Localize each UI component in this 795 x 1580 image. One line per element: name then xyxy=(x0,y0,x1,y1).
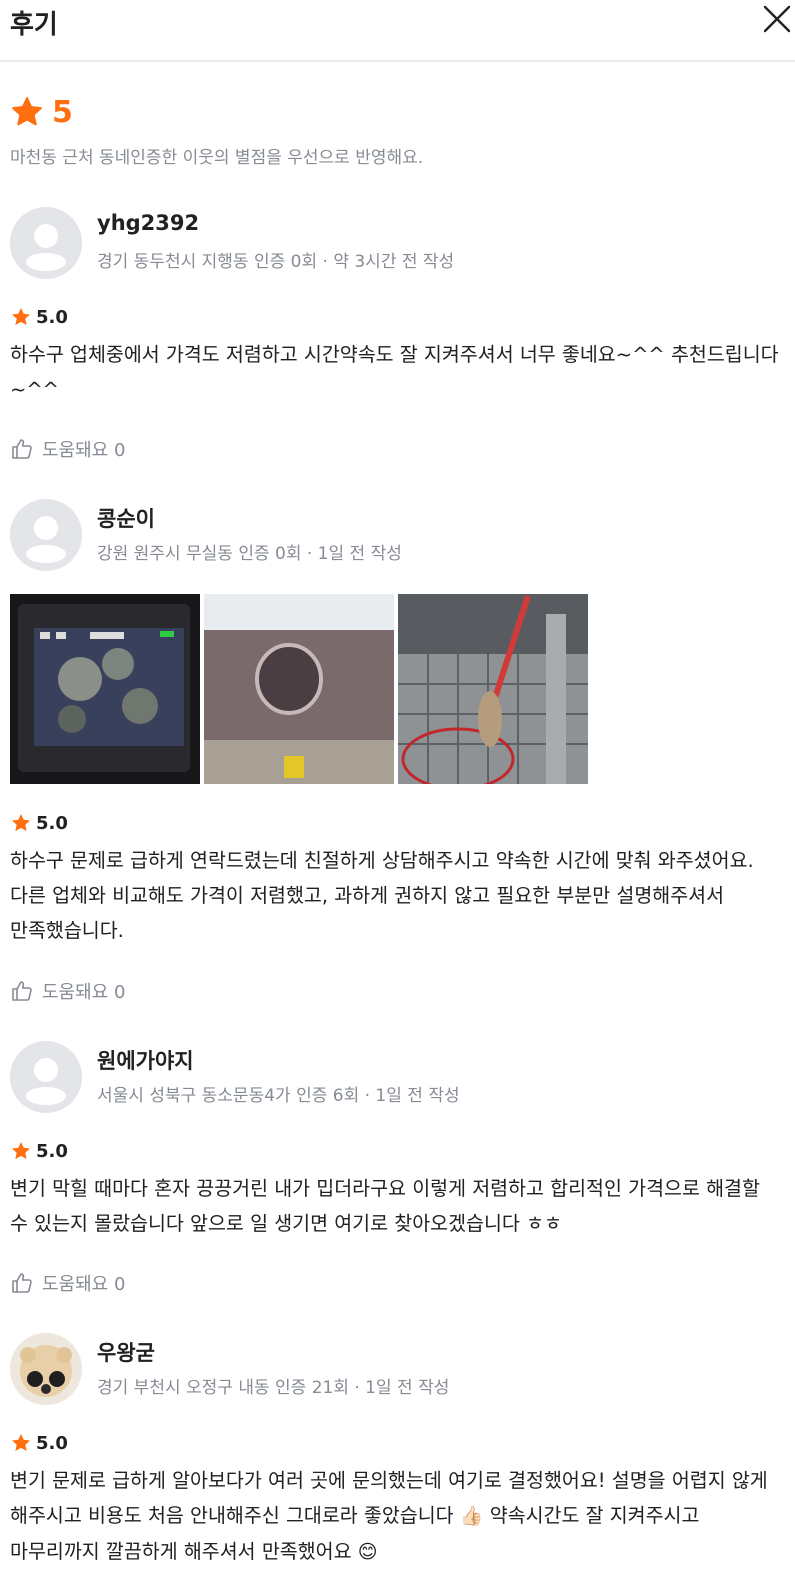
rating-value: 5.0 xyxy=(36,1140,68,1162)
smile-emoji: 😊 xyxy=(357,1541,378,1563)
review-photo[interactable] xyxy=(398,594,588,784)
helpful-button[interactable]: 도움돼요 0 xyxy=(10,1270,125,1296)
review-rating: 5.0 xyxy=(10,306,68,328)
helpful-button[interactable]: 도움돼요 0 xyxy=(10,978,125,1004)
star-icon xyxy=(12,1142,30,1159)
thumbs-up-icon xyxy=(12,1273,32,1293)
page-title: 후기 xyxy=(10,10,58,40)
review-photo[interactable] xyxy=(204,594,394,784)
helpful-label: 도움돼요 0 xyxy=(42,982,126,1003)
author-name[interactable]: 우왕굳 xyxy=(97,1337,155,1367)
review-text: 하수구 업체중에서 가격도 저렴하고 시간약속도 잘 지켜주셔서 너무 좋네요~… xyxy=(10,343,779,401)
review-photos xyxy=(10,594,588,784)
author-meta: 경기 동두천시 지행동 인증 0회 · 약 3시간 전 작성 xyxy=(97,252,455,272)
author-meta: 경기 부천시 오정구 내동 인증 21회 · 1일 전 작성 xyxy=(97,1378,450,1398)
avatar[interactable] xyxy=(10,207,82,279)
default-avatar-icon xyxy=(10,499,82,571)
author-name[interactable]: 콩순이 xyxy=(97,503,155,533)
average-score: 5 xyxy=(10,92,73,132)
review-text: 변기 막힐 때마다 혼자 끙끙거린 내가 밉더라구요 이렇게 저렴하고 합리적인… xyxy=(10,1177,760,1235)
helpful-label: 도움돼요 0 xyxy=(42,440,126,461)
close-button[interactable] xyxy=(760,2,794,36)
thumbs-up-emoji: 👍🏻 xyxy=(459,1505,484,1527)
default-avatar-icon xyxy=(10,207,82,279)
star-icon xyxy=(12,97,42,126)
star-icon xyxy=(12,1434,30,1451)
helpful-button[interactable]: 도움돼요 0 xyxy=(10,436,125,462)
avatar[interactable] xyxy=(10,1041,82,1113)
header: 후기 xyxy=(0,0,795,62)
user-photo-avatar xyxy=(10,1333,82,1405)
thumbs-up-icon xyxy=(12,439,32,459)
rating-value: 5.0 xyxy=(36,1432,68,1454)
review-text: 변기 문제로 급하게 알아보다가 여러 곳에 문의했는데 여기로 결정했어요! … xyxy=(10,1463,780,1570)
author-name[interactable]: yhg2392 xyxy=(97,211,199,235)
avatar[interactable] xyxy=(10,1333,82,1405)
review-text: 하수구 문제로 급하게 연락드렸는데 친절하게 상담해주시고 약속한 시간에 맞… xyxy=(10,849,754,942)
review-rating: 5.0 xyxy=(10,1432,68,1454)
review-photo[interactable] xyxy=(10,594,200,784)
review-rating: 5.0 xyxy=(10,812,68,834)
author-meta: 강원 원주시 무실동 인증 0회 · 1일 전 작성 xyxy=(97,544,402,564)
rating-value: 5.0 xyxy=(36,812,68,834)
average-score-value: 5 xyxy=(52,94,73,130)
star-icon xyxy=(12,308,30,325)
review-rating: 5.0 xyxy=(10,1140,68,1162)
author-name[interactable]: 원에가야지 xyxy=(97,1045,194,1075)
thumbs-up-icon xyxy=(12,981,32,1001)
close-icon[interactable] xyxy=(760,2,794,36)
rating-value: 5.0 xyxy=(36,306,68,328)
avatar[interactable] xyxy=(10,499,82,571)
star-icon xyxy=(12,814,30,831)
author-meta: 서울시 성북구 동소문동4가 인증 6회 · 1일 전 작성 xyxy=(97,1086,460,1106)
default-avatar-icon xyxy=(10,1041,82,1113)
helpful-label: 도움돼요 0 xyxy=(42,1274,126,1295)
score-note: 마천동 근처 동네인증한 이웃의 별점을 우선으로 반영해요. xyxy=(10,148,424,168)
